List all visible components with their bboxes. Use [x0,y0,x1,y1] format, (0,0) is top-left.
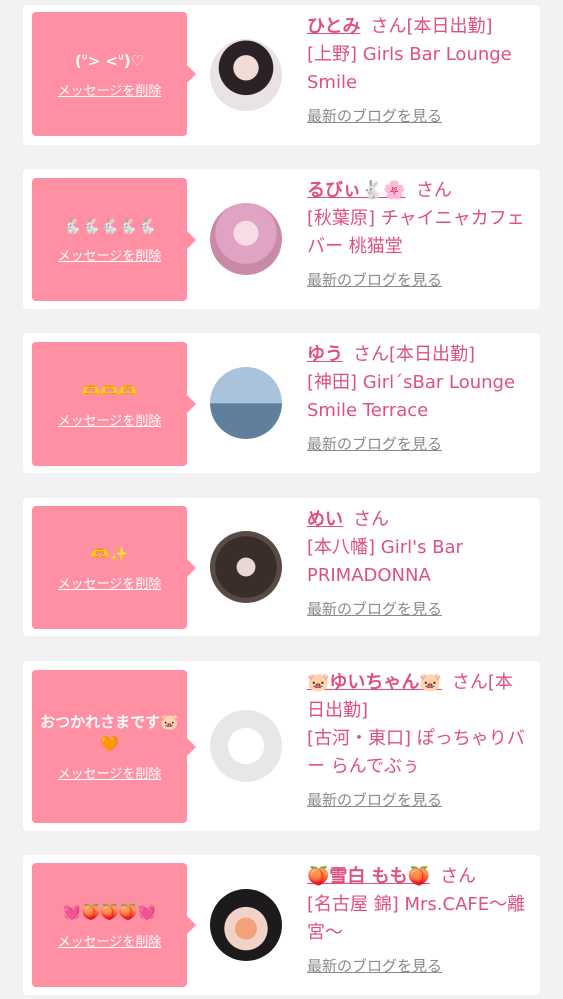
delete-message-link[interactable]: メッセージを削除 [58,80,162,99]
avatar[interactable] [210,203,282,275]
delete-message-link[interactable]: メッセージを削除 [58,410,162,429]
message-card: 🫶🫶🫶 メッセージを削除 ゆう さん[本日出勤] [神田] Girl´sBar L… [23,333,540,473]
view-blog-link[interactable]: 最新のブログを見る [307,789,442,810]
honorific-label: さん [451,672,488,693]
attendance-status: [本日出勤] [406,16,493,37]
honorific-label: さん [440,866,477,887]
shop-name: [秋葉原] チャイニャカフェバー 桃猫堂 [307,208,525,257]
honorific-label: さん [415,180,452,201]
sender-name-line: 🍑雪白 もも🍑 さん [307,863,529,891]
shop-name: [上野] Girls Bar Lounge Smile [307,44,512,93]
sender-name-line: ひとみ さん[本日出勤] [307,13,529,41]
message-bubble: 🫶✨ メッセージを削除 [32,506,196,629]
sender-name-line: めい さん [307,506,529,534]
message-card: 🐇🐇🐇🐇🐇 メッセージを削除 るびぃ🐇🌸 さん [秋葉原] チャイニャカフェバー … [23,169,540,309]
message-card: 💓🍑🍑🍑💓 メッセージを削除 🍑雪白 もも🍑 さん [名古屋 錦] Mrs.CAF… [23,855,540,995]
avatar[interactable] [210,710,282,782]
message-bubble: 🐇🐇🐇🐇🐇 メッセージを削除 [32,178,196,301]
message-card: 🫶✨ メッセージを削除 めい さん [本八幡] Girl's Bar PRIMAD… [23,498,540,636]
sender-info: るびぃ🐇🌸 さん [秋葉原] チャイニャカフェバー 桃猫堂 最新のブログを見る [307,177,529,290]
message-bubble: 💓🍑🍑🍑💓 メッセージを削除 [32,863,196,987]
message-card: おつかれさまです🐷🧡 メッセージを削除 🐷ゆいちゃん🐷 さん[本日出勤] [古河・… [23,661,540,831]
sender-name-link[interactable]: めい [307,509,343,530]
shop-name: [古河・東口] ぽっちゃりバー らんでぶぅ [307,728,525,777]
attendance-status: [本日出勤] [389,344,476,365]
message-list: (ᐡ> <ᐡ)♡ メッセージを削除 ひとみ さん[本日出勤] [上野] Girls… [0,0,563,999]
sender-name-line: 🐷ゆいちゃん🐷 さん[本日出勤] [307,669,529,725]
view-blog-link[interactable]: 最新のブログを見る [307,955,442,976]
sender-info: めい さん [本八幡] Girl's Bar PRIMADONNA 最新のブログを… [307,506,529,619]
delete-message-link[interactable]: メッセージを削除 [58,245,162,264]
delete-message-link[interactable]: メッセージを削除 [58,573,162,592]
view-blog-link[interactable]: 最新のブログを見る [307,269,442,290]
message-text: 🫶✨ [90,545,129,563]
message-bubble: おつかれさまです🐷🧡 メッセージを削除 [32,670,196,823]
message-text: 🐇🐇🐇🐇🐇 [62,217,157,235]
message-bubble: (ᐡ> <ᐡ)♡ メッセージを削除 [32,12,196,136]
shop-name: [名古屋 錦] Mrs.CAFE～離宮～ [307,894,526,943]
sender-name-line: ゆう さん[本日出勤] [307,341,529,369]
avatar[interactable] [210,367,282,439]
sender-info: 🐷ゆいちゃん🐷 さん[本日出勤] [古河・東口] ぽっちゃりバー らんでぶぅ 最新… [307,669,529,810]
view-blog-link[interactable]: 最新のブログを見る [307,433,442,454]
sender-info: ひとみ さん[本日出勤] [上野] Girls Bar Lounge Smile … [307,13,529,126]
message-text: おつかれさまです🐷🧡 [40,713,179,753]
message-text: 💓🍑🍑🍑💓 [62,902,157,921]
honorific-label: さん [370,16,407,37]
avatar[interactable] [210,531,282,603]
message-card: (ᐡ> <ᐡ)♡ メッセージを削除 ひとみ さん[本日出勤] [上野] Girls… [23,5,540,145]
avatar[interactable] [210,39,282,111]
sender-name-line: るびぃ🐇🌸 さん [307,177,529,205]
shop-name: [本八幡] Girl's Bar PRIMADONNA [307,537,463,586]
sender-info: ゆう さん[本日出勤] [神田] Girl´sBar Lounge Smile T… [307,341,529,454]
shop-name: [神田] Girl´sBar Lounge Smile Terrace [307,372,516,421]
message-text: 🫶🫶🫶 [81,381,138,400]
sender-name-link[interactable]: ひとみ [307,16,360,37]
view-blog-link[interactable]: 最新のブログを見る [307,598,442,619]
avatar[interactable] [210,889,282,961]
sender-name-link[interactable]: 🐷ゆいちゃん🐷 [307,672,442,693]
view-blog-link[interactable]: 最新のブログを見る [307,105,442,126]
delete-message-link[interactable]: メッセージを削除 [58,763,162,782]
sender-name-link[interactable]: るびぃ🐇🌸 [307,180,406,201]
honorific-label: さん [353,344,389,365]
sender-name-link[interactable]: ゆう [307,344,343,365]
sender-name-link[interactable]: 🍑雪白 もも🍑 [307,866,430,887]
honorific-label: さん [353,509,389,530]
message-bubble: 🫶🫶🫶 メッセージを削除 [32,342,196,466]
message-text: (ᐡ> <ᐡ)♡ [74,51,145,70]
sender-info: 🍑雪白 もも🍑 さん [名古屋 錦] Mrs.CAFE～離宮～ 最新のブログを見る [307,863,529,976]
delete-message-link[interactable]: メッセージを削除 [58,931,162,950]
